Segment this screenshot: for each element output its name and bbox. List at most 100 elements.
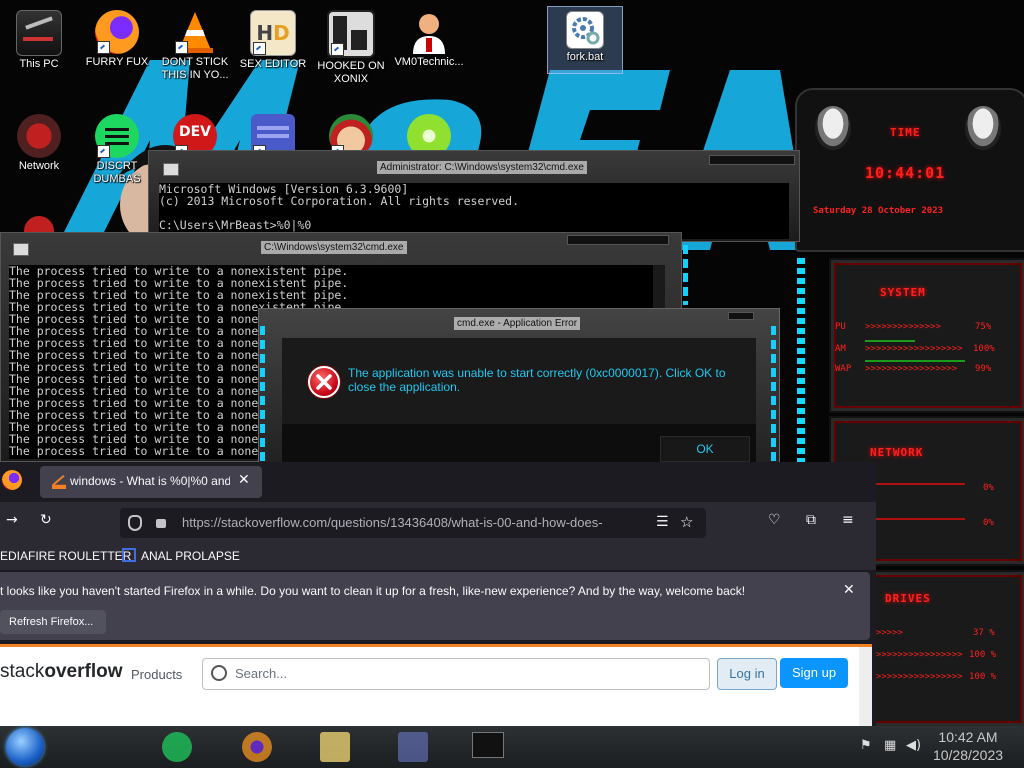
cmd-admin-console[interactable]: Microsoft Windows [Version 6.3.9600] (c) … [159, 183, 789, 239]
taskbar-app-icon[interactable] [398, 732, 428, 762]
gadget-drives-title: DRIVES [885, 592, 931, 605]
extensions-icon[interactable]: ⧉ [806, 512, 816, 528]
lock-icon[interactable] [156, 519, 166, 528]
gadget-swap-value: 99% [975, 364, 992, 374]
desktop-icon-dont-stick[interactable]: DONT STICK THIS IN YO... [156, 4, 234, 84]
stackoverflow-page: stackoverflow Products Search... Log in … [0, 644, 872, 729]
desktop-icon-hooked-on-xonix[interactable]: HOOKED ON XONIX [312, 4, 390, 85]
window-cyan-accent [771, 326, 776, 466]
stackoverflow-logo[interactable]: stackoverflow [0, 661, 122, 683]
gadget-net-value: 0% [983, 518, 994, 528]
forward-arrow-icon[interactable]: → [6, 512, 18, 528]
dialog-message: The application was unable to start corr… [348, 366, 748, 394]
cmd-title: C:\Windows\system32\cmd.exe [261, 241, 407, 254]
console-line: C:\Users\MrBeast>%0|%0 [159, 218, 312, 232]
gadget-drive-value: 100 % [969, 650, 997, 660]
gadget-network-title: NETWORK [870, 446, 924, 459]
cmd-window-controls[interactable] [567, 235, 669, 245]
clock-date: 10/28/2023 [932, 747, 1004, 763]
desktop-icon-this-pc[interactable]: This PC [0, 4, 78, 84]
dialog-title: cmd.exe - Application Error [454, 317, 581, 330]
firefox-view-icon[interactable] [2, 470, 22, 490]
taskbar-chat-app-icon[interactable] [162, 732, 192, 762]
gadget-drive-value: 37 % [973, 628, 995, 638]
ff-notification-bar: t looks like you haven't started Firefox… [0, 572, 870, 640]
cmd-icon [163, 163, 179, 176]
computer-icon [16, 10, 62, 56]
reader-view-icon[interactable]: ☰ [656, 514, 669, 530]
dialog-message-line: close the application. [348, 380, 461, 394]
desktop-icon-network[interactable]: Network [0, 108, 78, 188]
gadget-cpu-value: 75% [975, 322, 992, 332]
batch-file-gear-icon [566, 11, 604, 49]
tab-close-icon[interactable]: ✕ [238, 472, 250, 488]
bookmark-star-icon[interactable]: ☆ [680, 513, 693, 531]
flag-icon[interactable]: ⚑ [860, 738, 872, 753]
xonix-game-icon [327, 10, 375, 58]
gadget-system-panel [831, 260, 1024, 411]
reload-icon[interactable]: ↻ [40, 512, 52, 528]
gadget-net-value: 0% [983, 483, 994, 493]
gadget-time-value: 10:44:01 [865, 164, 946, 182]
gadget-ram-graph [865, 360, 965, 362]
error-icon [308, 366, 340, 398]
pocket-icon[interactable]: ♡ [768, 512, 781, 528]
shield-icon[interactable] [128, 515, 142, 531]
volume-icon[interactable]: ◀) [906, 738, 921, 753]
cmd-window-controls[interactable] [709, 155, 795, 165]
network-tray-icon[interactable]: ▦ [884, 738, 896, 753]
nav-products[interactable]: Products [131, 667, 182, 682]
bookmark-item[interactable]: EDIAFIRE ROULETTER [0, 549, 131, 563]
search-icon [211, 665, 227, 681]
stackoverflow-favicon-icon [52, 475, 66, 489]
vlc-cone-icon [173, 10, 217, 54]
page-scrollbar[interactable] [859, 647, 872, 729]
ff-url-bar[interactable]: https://stackoverflow.com/questions/1343… [120, 508, 706, 538]
cmd-admin-window[interactable]: Administrator: C:\Windows\system32\cmd.e… [148, 150, 800, 242]
application-error-dialog[interactable]: cmd.exe - Application Error The applicat… [258, 308, 780, 482]
desktop-icon-fork-bat[interactable]: fork.bat [547, 6, 623, 74]
gadget-net-graph [865, 483, 965, 485]
gadget-swap-label: WAP [835, 364, 852, 374]
ff-tab-title: windows - What is %0|%0 and h [70, 474, 230, 488]
login-button[interactable]: Log in [717, 658, 777, 690]
search-placeholder: Search... [235, 666, 288, 681]
notification-close-icon[interactable]: ✕ [843, 582, 855, 598]
gadget-time-title: TIME [890, 126, 921, 139]
ff-tab-active[interactable]: windows - What is %0|%0 and h ✕ [40, 466, 262, 498]
so-search-input[interactable]: Search... [202, 658, 710, 690]
desktop-icon-sex-editor[interactable]: HD SEX EDITOR [234, 4, 312, 84]
hxd-editor-icon: HD [250, 10, 296, 56]
bookmark-item[interactable]: ANAL PROLAPSE [141, 549, 240, 563]
refresh-firefox-button[interactable]: Refresh Firefox... [0, 610, 106, 634]
start-orb-icon[interactable] [6, 728, 44, 766]
menu-hamburger-icon[interactable]: ≡ [842, 512, 854, 528]
alien-head-icon [815, 106, 851, 150]
desktop-icon-discrt-dumbas[interactable]: DISCRT DUMBAS [78, 108, 156, 188]
taskbar-firefox-icon[interactable] [242, 732, 272, 762]
logo-bold: overflow [44, 661, 123, 682]
taskbar-cmd-icon[interactable] [472, 732, 504, 758]
desktop-icon-vm0technic[interactable]: VM0Technic... [390, 4, 468, 84]
window-cyan-accent [260, 326, 265, 466]
cmd-admin-title: Administrator: C:\Windows\system32\cmd.e… [377, 161, 587, 174]
gadget-ram-value: 100% [973, 344, 995, 354]
clock-time: 10:42 AM [938, 729, 998, 745]
taskbar-clock[interactable]: 10:42 AM 10/28/2023 [928, 728, 1008, 764]
firefox-window[interactable]: windows - What is %0|%0 and h ✕ → ↻ http… [0, 462, 876, 729]
firefox-icon [95, 10, 139, 54]
gadget-ram-label: AM [835, 344, 846, 354]
gadget-swap-bar: >>>>>>>>>>>>>>>>> [865, 364, 958, 374]
ok-button[interactable]: OK [660, 436, 750, 462]
console-line: (c) 2013 Microsoft Corporation. All righ… [159, 194, 520, 208]
gadget-cpu-label: PU [835, 322, 846, 332]
gadget-drive-bar: >>>>>>>>>>>>>>>>>> [865, 650, 963, 660]
taskbar-explorer-icon[interactable] [320, 732, 350, 762]
dialog-close-button[interactable] [728, 312, 754, 320]
gadget-ram-bar: >>>>>>>>>>>>>>>>>> [865, 344, 963, 354]
signup-button[interactable]: Sign up [780, 658, 848, 688]
ff-url-text: https://stackoverflow.com/questions/1343… [182, 515, 603, 530]
cmd-icon [13, 243, 29, 256]
desktop-icon-furry-fux[interactable]: FURRY FUX [78, 4, 156, 84]
gadget-system-title: SYSTEM [880, 286, 926, 299]
